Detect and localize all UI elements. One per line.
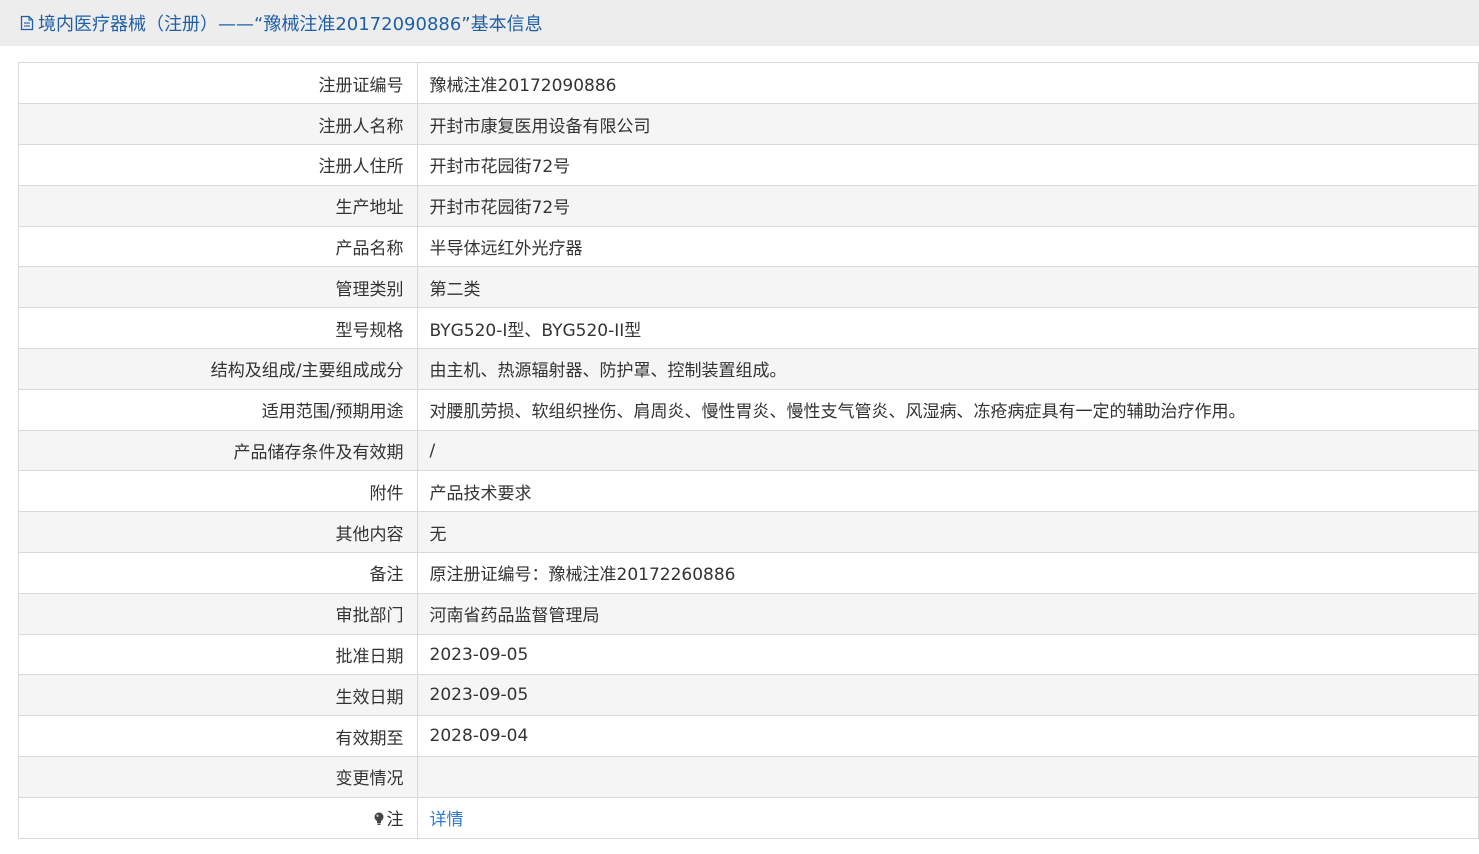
table-row: 管理类别 第二类 <box>19 266 1478 309</box>
note-label-cell: 注 <box>19 797 418 839</box>
table-row: 变更情况 <box>19 756 1478 798</box>
table-row: 型号规格 BYG520-I型、BYG520-II型 <box>19 307 1478 350</box>
field-value: 半导体远红外光疗器 <box>417 226 1478 268</box>
field-value: 无 <box>417 511 1478 554</box>
table-row: 有效期至 2028-09-04 <box>19 715 1478 758</box>
field-label: 产品名称 <box>19 226 418 268</box>
field-value: 对腰肌劳损、软组织挫伤、肩周炎、慢性胃炎、慢性支气管炎、风湿病、冻疮病症具有一定… <box>417 389 1478 431</box>
table-row: 生效日期 2023-09-05 <box>19 674 1478 717</box>
table-row: 批准日期 2023-09-05 <box>19 634 1478 676</box>
field-label: 适用范围/预期用途 <box>19 389 418 431</box>
field-label: 附件 <box>19 470 418 513</box>
field-value: 2028-09-04 <box>417 715 1478 758</box>
field-value: 开封市花园街72号 <box>417 144 1478 186</box>
info-table: 注册证编号 豫械注准20172090886 注册人名称 开封市康复医用设备有限公司 注册… <box>18 62 1479 839</box>
table-row: 产品储存条件及有效期 / <box>19 430 1478 472</box>
table-row: 审批部门 河南省药品监督管理局 <box>19 593 1478 635</box>
table-row: 注册人名称 开封市康复医用设备有限公司 <box>19 103 1478 146</box>
field-label: 管理类别 <box>19 266 418 309</box>
document-icon <box>18 14 36 32</box>
field-value: 豫械注准20172090886 <box>417 63 1478 105</box>
field-value: 第二类 <box>417 266 1478 309</box>
field-value: BYG520-I型、BYG520-II型 <box>417 307 1478 350</box>
field-value: 由主机、热源辐射器、防护罩、控制装置组成。 <box>417 348 1478 390</box>
info-table-body: 注册证编号 豫械注准20172090886 注册人名称 开封市康复医用设备有限公司 注册… <box>19 63 1478 798</box>
lightbulb-icon <box>373 811 385 826</box>
field-label: 生产地址 <box>19 185 418 227</box>
field-label: 产品储存条件及有效期 <box>19 430 418 472</box>
field-value: 2023-09-05 <box>417 674 1478 717</box>
field-value: 产品技术要求 <box>417 470 1478 513</box>
field-label: 注册人名称 <box>19 103 418 146</box>
table-row: 结构及组成/主要组成成分 由主机、热源辐射器、防护罩、控制装置组成。 <box>19 348 1478 390</box>
field-value <box>417 756 1478 798</box>
page-header: 境内医疗器械（注册）——“豫械注准20172090886”基本信息 <box>0 0 1479 46</box>
field-value: / <box>417 430 1478 472</box>
table-row: 附件 产品技术要求 <box>19 470 1478 513</box>
table-row: 适用范围/预期用途 对腰肌劳损、软组织挫伤、肩周炎、慢性胃炎、慢性支气管炎、风湿病… <box>19 389 1478 431</box>
field-label: 注册人住所 <box>19 144 418 186</box>
field-value: 开封市花园街72号 <box>417 185 1478 227</box>
table-row: 产品名称 半导体远红外光疗器 <box>19 226 1478 268</box>
field-value: 2023-09-05 <box>417 634 1478 676</box>
field-label: 其他内容 <box>19 511 418 554</box>
field-value: 开封市康复医用设备有限公司 <box>417 103 1478 146</box>
field-label: 生效日期 <box>19 674 418 717</box>
field-label: 有效期至 <box>19 715 418 758</box>
field-label: 审批部门 <box>19 593 418 635</box>
field-label: 注册证编号 <box>19 63 418 105</box>
table-row: 其他内容无 <box>19 511 1478 554</box>
field-label: 变更情况 <box>19 756 418 798</box>
table-row: 备注 原注册证编号：豫械注准20172260886 <box>19 552 1478 594</box>
field-label: 结构及组成/主要组成成分 <box>19 348 418 390</box>
note-value-cell: 详情 <box>417 797 1478 839</box>
table-row: 注册证编号 豫械注准20172090886 <box>19 63 1478 105</box>
field-label: 备注 <box>19 552 418 594</box>
table-row-note: 注 详情 <box>19 797 1478 839</box>
field-value: 河南省药品监督管理局 <box>417 593 1478 635</box>
field-label: 型号规格 <box>19 307 418 350</box>
details-link[interactable]: 详情 <box>430 810 464 830</box>
page-title: 境内医疗器械（注册）——“豫械注准20172090886”基本信息 <box>38 14 543 35</box>
note-label: 注 <box>386 810 404 831</box>
table-row: 注册人住所 开封市花园街72号 <box>19 144 1478 186</box>
table-row: 生产地址 开封市花园街72号 <box>19 185 1478 227</box>
field-value: 原注册证编号：豫械注准20172260886 <box>417 552 1478 594</box>
field-label: 批准日期 <box>19 634 418 676</box>
